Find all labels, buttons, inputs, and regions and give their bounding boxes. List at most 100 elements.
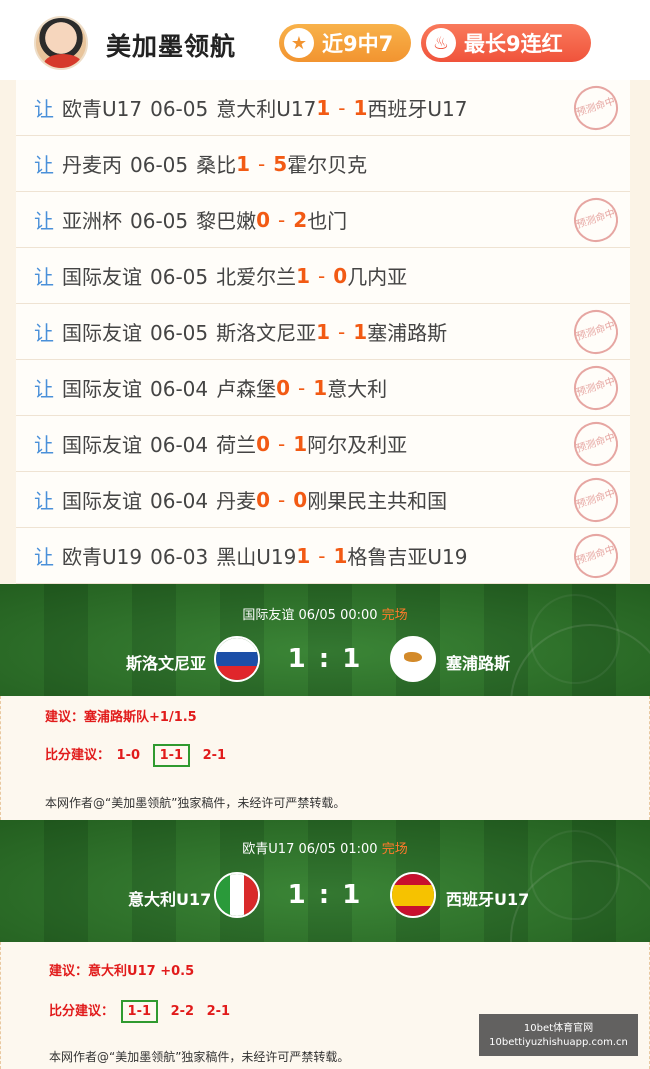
away-team: 塞浦路斯 <box>446 654 511 673</box>
league-date: 欧青U17 06-05 <box>62 93 216 122</box>
history-row[interactable]: 让国际友谊 06-04 荷兰 0-1 阿尔及利亚 预测命中 <box>16 416 630 472</box>
league-date: 国际友谊 06-04 <box>62 429 216 458</box>
score-dash: - <box>338 319 346 344</box>
handicap-tag: 让 <box>34 209 54 233</box>
hit-stamp-icon: 预测命中 <box>568 192 624 248</box>
away-score: 1 <box>353 95 368 120</box>
history-row[interactable]: 让国际友谊 06-04 丹麦 0-0 刚果民主共和国 预测命中 <box>16 472 630 528</box>
hit-stamp-icon: 预测命中 <box>568 360 624 416</box>
away-score: 1 <box>353 319 368 344</box>
history-row[interactable]: 让国际友谊 06-05 北爱尔兰 1-0 几内亚 <box>16 248 630 304</box>
home-score: 1 <box>316 95 331 120</box>
league-date: 国际友谊 06-04 <box>62 485 216 514</box>
author-name[interactable]: 美加墨领航 <box>106 27 236 63</box>
avatar[interactable] <box>34 16 88 70</box>
history-list: 让欧青U17 06-05 意大利U17 1-1 西班牙U17 预测命中让丹麦丙 06-05 桑… <box>16 80 630 584</box>
match-date: 06-05 <box>150 97 209 121</box>
match-header: 欧青U17 06/05 01:00 完场 <box>0 838 650 857</box>
match-status: 完场 <box>381 842 408 857</box>
home-team: 桑比 <box>196 153 237 177</box>
expert-header: 美加墨领航 ★ 近9中7 ♨ 最长9连红 <box>0 0 650 80</box>
league-name: 国际友谊 <box>62 321 142 345</box>
away-team: 意大利 <box>327 377 388 401</box>
league-date: 国际友谊 06-04 <box>62 373 216 402</box>
away-score: 0 <box>293 487 308 512</box>
handicap-tag: 让 <box>34 433 54 457</box>
match-date: 06-05 <box>130 209 189 233</box>
home-team: 意大利U17 <box>216 97 317 121</box>
score-advice: 比分建议： 1-1 2-2 2-1 <box>49 1000 238 1023</box>
away-team: 也门 <box>307 209 348 233</box>
history-row[interactable]: 让国际友谊 06-04 卢森堡 0-1 意大利 预测命中 <box>16 360 630 416</box>
score-option: 1-0 <box>116 748 141 763</box>
home-team: 北爱尔兰 <box>216 265 297 289</box>
home-score: 1 <box>296 543 311 568</box>
score-dash: - <box>258 151 266 176</box>
history-row[interactable]: 让丹麦丙 06-05 桑比 1-5 霍尔贝克 <box>16 136 630 192</box>
score-dash: - <box>278 207 286 232</box>
away-team: 塞浦路斯 <box>367 321 448 345</box>
league-date: 亚洲杯 06-05 <box>62 205 196 234</box>
away-score: 0 <box>333 263 348 288</box>
league-date: 丹麦丙 06-05 <box>62 149 196 178</box>
star-icon: ★ <box>284 28 314 58</box>
handicap-tag: 让 <box>34 321 54 345</box>
home-team: 斯洛文尼亚 <box>216 321 317 345</box>
score-option: 2-2 <box>170 1004 195 1019</box>
league-name: 丹麦丙 <box>62 153 122 177</box>
score-option-hit: 1-1 <box>152 744 191 767</box>
league-name: 国际友谊 <box>62 489 142 513</box>
hit-stamp-icon: 预测命中 <box>568 472 624 528</box>
league-date: 欧青U19 06-03 <box>62 541 216 570</box>
match-league: 欧青U17 <box>242 842 295 857</box>
match-date: 06-05 <box>150 265 209 289</box>
hit-stamp-icon: 预测命中 <box>568 80 624 136</box>
match-banner[interactable]: 国际友谊 06/05 00:00 完场 斯洛文尼亚 1 : 1 塞浦路斯 <box>0 584 650 696</box>
away-score: 2 <box>293 207 308 232</box>
home-team: 黑山U19 <box>216 545 297 569</box>
away-team: 格鲁吉亚U19 <box>347 545 468 569</box>
match-date: 06-04 <box>150 377 209 401</box>
match-banner[interactable]: 欧青U17 06/05 01:00 完场 意大利U17 1 : 1 西班牙U17 <box>0 820 650 942</box>
score-option-hit: 1-1 <box>120 1000 159 1023</box>
match-date: 06-03 <box>150 545 209 569</box>
handicap-advice: 建议：意大利U17 +0.5 <box>49 964 195 979</box>
hit-stamp-icon: 预测命中 <box>568 528 624 584</box>
handicap-advice: 建议：塞浦路斯队+1/1.5 <box>45 710 197 725</box>
match-date: 06-05 <box>150 321 209 345</box>
match-datetime: 06/05 00:00 <box>298 608 378 623</box>
match-date: 06-04 <box>150 433 209 457</box>
history-row[interactable]: 让国际友谊 06-05 斯洛文尼亚 1-1 塞浦路斯 预测命中 <box>16 304 630 360</box>
home-score: 1 <box>296 263 311 288</box>
copyright-note: 本网作者@“美加墨领航”独家稿件，未经许可严禁转载。 <box>45 796 346 810</box>
score-option: 2-1 <box>202 748 227 763</box>
handicap-tag: 让 <box>34 265 54 289</box>
history-row[interactable]: 让亚洲杯 06-05 黎巴嫩 0-2 也门 预测命中 <box>16 192 630 248</box>
history-row[interactable]: 让欧青U19 06-03 黑山U19 1-1 格鲁吉亚U19 预测命中 <box>16 528 630 584</box>
league-date: 国际友谊 06-05 <box>62 317 216 346</box>
handicap-tag: 让 <box>34 489 54 513</box>
handicap-tag: 让 <box>34 377 54 401</box>
away-score: 1 <box>333 543 348 568</box>
home-score: 1 <box>316 319 331 344</box>
score-dash: - <box>318 263 326 288</box>
away-team: 西班牙U17 <box>446 890 530 909</box>
hit-stamp-icon: 预测命中 <box>568 304 624 360</box>
league-name: 欧青U17 <box>62 97 143 121</box>
history-row[interactable]: 让欧青U17 06-05 意大利U17 1-1 西班牙U17 预测命中 <box>16 80 630 136</box>
league-name: 国际友谊 <box>62 433 142 457</box>
handicap-tag: 让 <box>34 545 54 569</box>
win-rate-label: 近9中7 <box>322 32 394 56</box>
watermark: 10bet体育官网 10bettiyuzhishuapp.com.cn <box>479 1014 638 1056</box>
match-header: 国际友谊 06/05 00:00 完场 <box>0 604 650 623</box>
away-team: 霍尔贝克 <box>287 153 368 177</box>
away-score: 5 <box>273 151 288 176</box>
home-score: 0 <box>276 375 291 400</box>
away-team: 刚果民主共和国 <box>307 489 448 513</box>
score-dash: - <box>278 431 286 456</box>
watermark-line-2: 10bettiyuzhishuapp.com.cn <box>489 1037 628 1048</box>
score-option: 2-1 <box>206 1004 231 1019</box>
score-dash: - <box>338 95 346 120</box>
away-team: 几内亚 <box>347 265 408 289</box>
streak-label: 最长9连红 <box>464 32 563 56</box>
